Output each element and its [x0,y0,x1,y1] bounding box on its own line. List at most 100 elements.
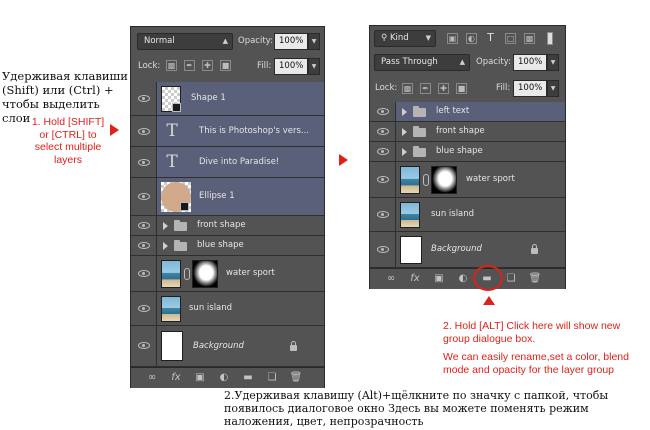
adjustment-icon[interactable]: ◐ [456,273,470,285]
blend-mode-select[interactable]: Normal ▲︎ [137,33,233,50]
layers-footer: ∞ fx ▣ ◐ ▬ ❏ 🗑︎ [370,268,565,289]
opacity-dropdown-button[interactable]: ▼ [308,33,320,50]
visibility-eye-icon[interactable] [138,242,150,249]
layer-row-front-shape[interactable]: front shape [370,122,565,142]
visibility-eye-icon[interactable] [138,305,150,312]
fill-field[interactable]: 100% [513,80,547,97]
lock-all-icon[interactable]: ■ [220,60,231,71]
filter-smartobject-icon[interactable]: ▩ [524,33,535,44]
fill-dropdown-button[interactable]: ▼ [547,80,559,97]
filter-toggle-icon[interactable] [547,32,553,45]
group-folder-icon[interactable]: ▬ [241,372,255,384]
alt-arrow [483,296,495,305]
layer-name: Background [431,244,482,254]
expand-arrow-icon[interactable] [402,108,407,116]
mask-icon[interactable]: ▣ [193,372,207,384]
layer-row-background[interactable]: Background [370,232,565,268]
visibility-eye-icon[interactable] [377,128,389,135]
visibility-eye-icon[interactable] [138,270,150,277]
layer-name: sun island [189,303,233,313]
layers-list: Shape 1 T This is Photoshop's vers... T … [131,82,324,367]
layer-row-background[interactable]: Background [131,326,324,367]
ru-alt-note: 2.Удерживая клавишу (Alt)+щёлкните по зн… [224,389,609,428]
lock-position-icon[interactable]: ✚ [438,83,449,94]
visibility-eye-icon[interactable] [138,159,150,166]
visibility-eye-icon[interactable] [138,222,150,229]
visibility-eye-icon[interactable] [138,95,150,102]
visibility-eye-icon[interactable] [377,108,389,115]
shift-arrow [110,124,119,136]
expand-arrow-icon[interactable] [402,128,407,136]
layers-list: left text front shape blue shape water s… [370,102,565,268]
layer-row-shape-1[interactable]: Shape 1 [131,82,324,116]
expand-arrow-icon[interactable] [163,222,168,230]
layer-row-blue-shape[interactable]: blue shape [131,236,324,256]
filter-kind-select[interactable]: ⚲ Kind ▼ [374,30,436,47]
layer-name: left text [436,106,470,116]
search-icon: ⚲ [381,33,388,43]
layer-row-left-text[interactable]: left text [370,102,565,122]
trash-icon[interactable]: 🗑︎ [528,273,542,285]
fx-icon[interactable]: fx [408,273,422,285]
lock-transparent-icon[interactable]: ▩ [166,60,177,71]
layer-row-water-sport[interactable]: water sport [131,256,324,292]
fill-dropdown-button[interactable]: ▼ [308,58,320,75]
layer-row-water-sport[interactable]: water sport [370,162,565,198]
visibility-eye-icon[interactable] [377,148,389,155]
filter-pixel-icon[interactable]: ▣ [447,33,458,44]
fx-icon[interactable]: fx [169,372,183,384]
alt-instruction: 2. Hold [ALT] Click here will show new g… [443,320,621,345]
layer-row-front-shape[interactable]: front shape [131,216,324,236]
link-icon[interactable]: ∞ [384,273,398,285]
layer-row-ellipse-1[interactable]: Ellipse 1 [131,178,324,216]
new-layer-icon[interactable]: ❏ [265,372,279,384]
blend-mode-value: Normal [144,36,175,46]
opacity-label: Opacity: [476,57,511,67]
filter-adjustment-icon[interactable]: ◐ [466,33,477,44]
expand-arrow-icon[interactable] [402,148,407,156]
text-layer-icon: T [166,152,178,172]
lock-position-icon[interactable]: ✚ [202,60,213,71]
trash-icon[interactable]: 🗑︎ [289,372,303,384]
expand-arrow-icon[interactable] [163,242,168,250]
visibility-eye-icon[interactable] [138,342,150,349]
layer-name: sun island [431,209,475,219]
visibility-eye-icon[interactable] [138,128,150,135]
visibility-eye-icon[interactable] [377,246,389,253]
layer-name: This is Photoshop's vers... [199,126,309,136]
new-layer-icon[interactable]: ❏ [504,273,518,285]
layer-row-blue-shape[interactable]: blue shape [370,142,565,162]
layer-row-text-dive[interactable]: T Dive into Paradise! [131,147,324,178]
layer-mask-thumbnail [431,166,457,194]
layer-name: Ellipse 1 [199,191,235,201]
mask-icon[interactable]: ▣ [432,273,446,285]
layer-name: front shape [436,126,485,136]
lock-transparent-icon[interactable]: ▩ [402,83,413,94]
lock-icon [531,244,538,254]
link-icon[interactable]: ∞ [145,372,159,384]
filter-type-icon[interactable]: T [485,32,496,44]
layer-row-sun-island[interactable]: sun island [131,292,324,326]
visibility-eye-icon[interactable] [138,193,150,200]
folder-icon [413,126,426,137]
layer-thumbnail [400,166,420,194]
chevron-down-icon: ▼ [425,34,431,42]
fill-field[interactable]: 100% [274,58,308,75]
opacity-dropdown-button[interactable]: ▼ [547,54,559,71]
layer-name: water sport [226,268,275,278]
filter-shape-icon[interactable]: □ [505,33,516,44]
opacity-field[interactable]: 100% [274,33,308,50]
adjustment-icon[interactable]: ◐ [217,372,231,384]
visibility-eye-icon[interactable] [377,176,389,183]
blend-mode-select[interactable]: Pass Through ▲︎ [374,54,470,71]
layer-thumbnail [161,331,183,361]
layer-row-text-photoshop[interactable]: T This is Photoshop's vers... [131,116,324,147]
lock-all-icon[interactable]: ■ [456,83,467,94]
layer-row-sun-island[interactable]: sun island [370,198,565,232]
opacity-field[interactable]: 100% [513,54,547,71]
folder-icon [174,240,187,251]
lock-paint-icon[interactable]: ✒ [420,83,431,94]
visibility-eye-icon[interactable] [377,211,389,218]
lock-paint-icon[interactable]: ✒ [184,60,195,71]
layers-footer: ∞ fx ▣ ◐ ▬ ❏ 🗑︎ [131,367,324,388]
